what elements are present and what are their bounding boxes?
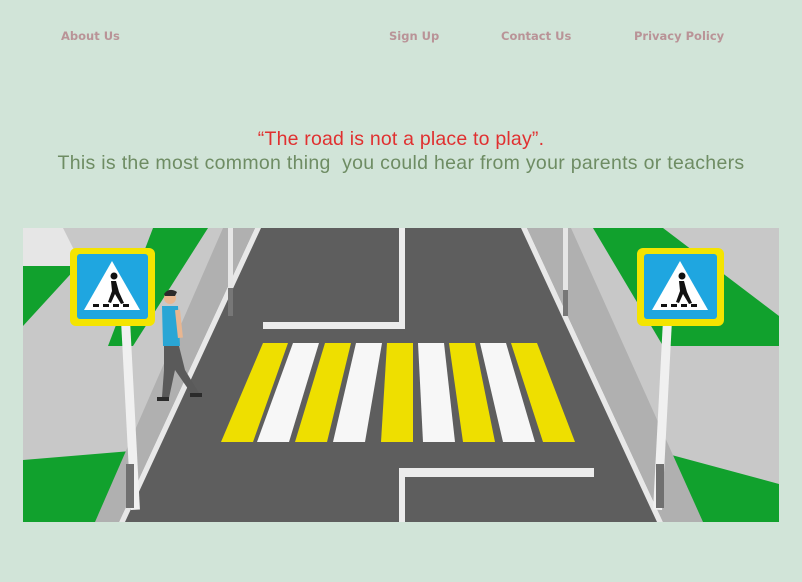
page: About Us Sign Up Contact Us Privacy Poli… <box>0 0 802 582</box>
nav-link-contact-us[interactable]: Contact Us <box>501 29 571 43</box>
nav-link-about-us[interactable]: About Us <box>61 29 120 43</box>
nav-link-sign-up[interactable]: Sign Up <box>389 29 439 43</box>
crosswalk-illustration <box>23 228 779 522</box>
hero-subline: This is the most common thing you could … <box>57 152 745 174</box>
hero-quote: “The road is not a place to play”. <box>257 128 545 150</box>
nav-link-privacy-policy[interactable]: Privacy Policy <box>634 29 724 43</box>
